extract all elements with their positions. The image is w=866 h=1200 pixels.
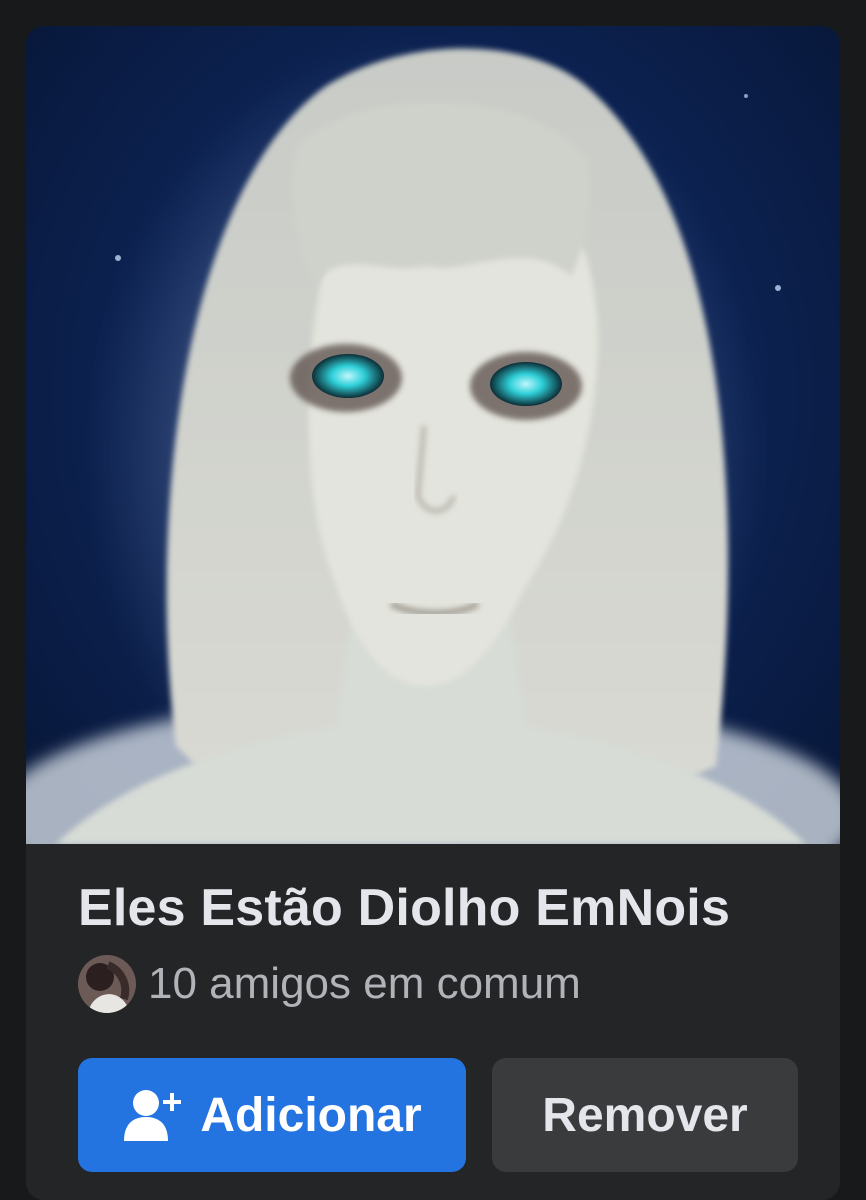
alien-portrait-image <box>26 36 840 844</box>
add-button-label: Adicionar <box>200 1088 422 1142</box>
avatar-icon <box>78 955 136 1013</box>
friend-suggestion-card: Eles Estão Diolho EmNois 10 amigos em co… <box>26 26 840 1200</box>
mutual-friends-count: 10 amigos em comum <box>148 959 581 1008</box>
right-eye <box>490 362 562 406</box>
profile-photo[interactable] <box>26 26 840 844</box>
add-friend-icon <box>122 1087 184 1143</box>
mutual-friends[interactable]: 10 amigos em comum <box>78 954 581 1014</box>
left-eye <box>312 354 384 398</box>
profile-name[interactable]: Eles Estão Diolho EmNois <box>78 878 730 938</box>
add-friend-button[interactable]: Adicionar <box>78 1058 466 1172</box>
remove-button[interactable]: Remover <box>492 1058 798 1172</box>
remove-button-label: Remover <box>542 1088 748 1142</box>
